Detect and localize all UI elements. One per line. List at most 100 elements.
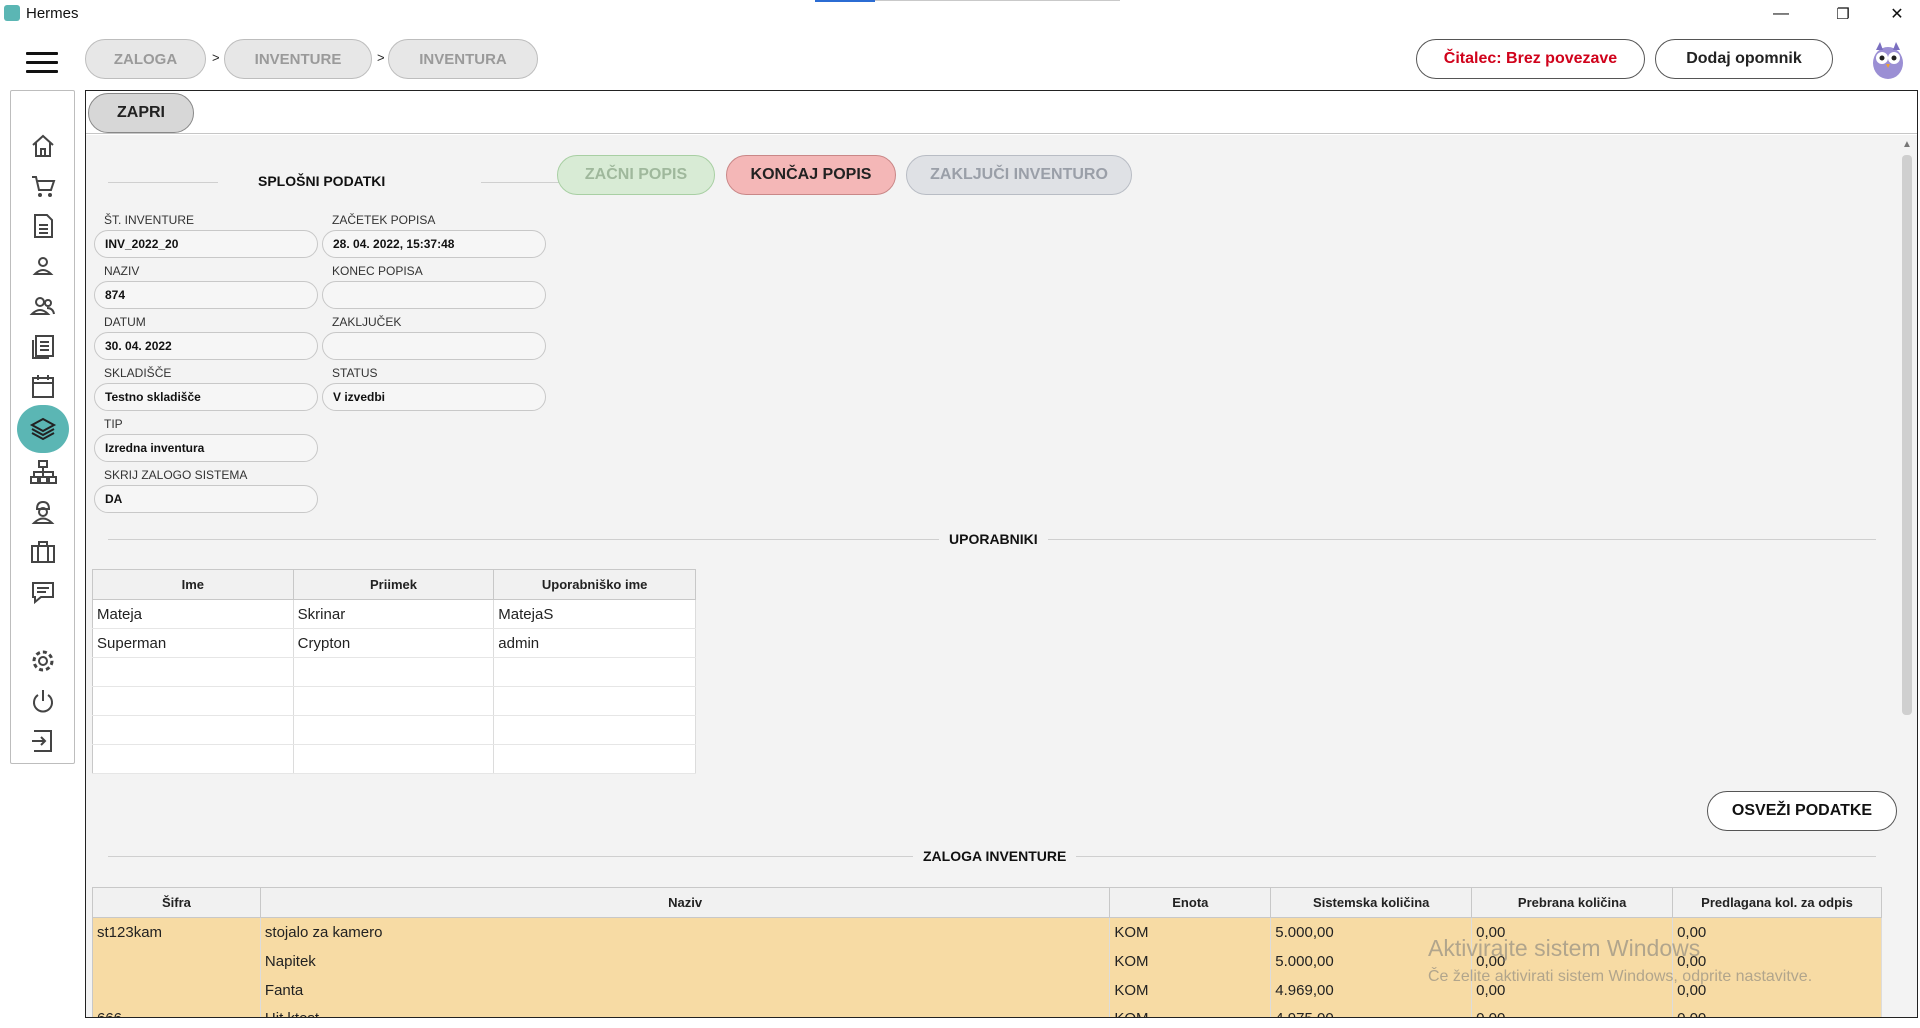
end-count-button[interactable]: KONČAJ POPIS (726, 155, 896, 195)
breadcrumb-inventure[interactable]: INVENTURE (224, 39, 372, 79)
writeoff-qty-cell: 0,00 (1672, 917, 1882, 947)
power-icon[interactable] (28, 686, 58, 716)
document-icon[interactable] (28, 211, 58, 241)
start-count-button[interactable]: ZAČNI POPIS (557, 155, 715, 195)
exit-icon[interactable] (28, 726, 58, 756)
name-label: NAZIV (104, 264, 140, 278)
first-name-cell: Mateja (92, 599, 294, 629)
start-time-field[interactable]: 28. 04. 2022, 15:37:48 (322, 230, 546, 258)
item-name-cell: stojalo za kamero (260, 917, 1111, 947)
title-bar: Hermes — ❐ ✕ (0, 0, 1920, 28)
finalize-inventory-button[interactable]: ZAKLJUČI INVENTURO (906, 155, 1132, 195)
users-table: Ime Priimek Uporabniško ime Mateja Skrina… (92, 569, 696, 774)
column-header[interactable]: Sistemska količina (1270, 887, 1473, 918)
table-row[interactable]: Mateja Skrinar MatejaS (92, 599, 696, 629)
column-header[interactable]: Uporabniško ime (493, 569, 696, 600)
last-name-cell (293, 657, 495, 687)
type-field[interactable]: Izredna inventura (94, 434, 318, 462)
gear-icon[interactable] (28, 646, 58, 676)
chat-icon[interactable] (28, 577, 58, 607)
username-cell: admin (493, 628, 696, 658)
close-tab-button[interactable]: ZAPRI (88, 93, 194, 133)
username-cell (493, 657, 696, 687)
last-name-cell (293, 686, 495, 716)
main-panel: ZAPRI SPLOŠNI PODATKI ZAČNI POPIS KONČAJ… (85, 90, 1918, 1018)
table-row[interactable] (92, 657, 696, 687)
calendar-icon[interactable] (28, 371, 58, 401)
users-icon[interactable] (28, 291, 58, 321)
inventory-no-label: ŠT. INVENTURE (104, 213, 195, 227)
table-row[interactable]: Superman Crypton admin (92, 628, 696, 658)
code-cell (92, 975, 261, 1005)
last-name-cell (293, 744, 495, 774)
date-label: DATUM (104, 315, 146, 329)
name-field[interactable]: 874 (94, 281, 318, 309)
status-field[interactable]: V izvedbi (322, 383, 546, 411)
breadcrumb-inventura[interactable]: INVENTURA (388, 39, 538, 79)
layers-icon[interactable] (28, 414, 58, 444)
type-label: TIP (104, 417, 123, 431)
item-name-cell: Napitek (260, 946, 1111, 976)
warehouse-field[interactable]: Testno skladišče (94, 383, 318, 411)
worker-icon[interactable] (28, 497, 58, 527)
cart-icon[interactable] (28, 171, 58, 201)
first-name-cell (92, 715, 294, 745)
hide-stock-field[interactable]: DA (94, 485, 318, 513)
refresh-data-button[interactable]: OSVEŽI PODATKE (1707, 791, 1897, 831)
counted-qty-cell: 0,00 (1471, 1004, 1674, 1017)
owl-avatar-icon[interactable] (1870, 38, 1906, 80)
titlebar-divider (875, 0, 1120, 1)
table-row[interactable]: 666Hit ktestKOM4.975,000,000,00 (92, 1004, 1882, 1017)
breadcrumb-separator: > (377, 50, 385, 65)
column-header[interactable]: Naziv (259, 887, 1111, 918)
column-header[interactable]: Predlagana kol. za odpis (1672, 887, 1882, 918)
start-time-label: ZAČETEK POPISA (332, 213, 436, 227)
app-logo-icon (4, 5, 20, 21)
end-time-field[interactable] (322, 281, 546, 309)
table-row[interactable] (92, 744, 696, 774)
conclusion-label: ZAKLJUČEK (332, 315, 402, 329)
user-icon[interactable] (28, 251, 58, 281)
column-header[interactable]: Enota (1109, 887, 1272, 918)
first-name-cell (92, 744, 294, 774)
username-cell (493, 715, 696, 745)
minimize-button[interactable]: — (1758, 2, 1804, 26)
vertical-scrollbar[interactable]: ▲ (1897, 135, 1917, 1017)
warehouse-label: SKLADIŠČE (104, 366, 172, 380)
home-icon[interactable] (28, 131, 58, 161)
code-cell: 666 (92, 1004, 261, 1017)
list-icon[interactable] (28, 331, 58, 361)
column-header[interactable]: Priimek (292, 569, 495, 600)
briefcase-icon[interactable] (28, 537, 58, 567)
hide-stock-label: SKRIJ ZALOGO SISTEMA (104, 468, 248, 482)
last-name-cell: Skrinar (293, 599, 495, 629)
item-name-cell: Fanta (260, 975, 1111, 1005)
close-window-button[interactable]: ✕ (1874, 2, 1920, 26)
column-header[interactable]: Prebrana količina (1471, 887, 1674, 918)
column-header[interactable]: Šifra (92, 887, 261, 918)
unit-cell: KOM (1109, 1004, 1272, 1017)
add-reminder-button[interactable]: Dodaj opomnik (1655, 39, 1833, 79)
date-field[interactable]: 30. 04. 2022 (94, 332, 318, 360)
unit-cell: KOM (1109, 975, 1272, 1005)
restore-button[interactable]: ❐ (1820, 2, 1866, 26)
table-row[interactable] (92, 715, 696, 745)
breadcrumb-separator: > (212, 50, 220, 65)
breadcrumb-zaloga[interactable]: ZALOGA (85, 39, 206, 79)
conclusion-field[interactable] (322, 332, 546, 360)
table-row[interactable] (92, 686, 696, 716)
hamburger-menu-icon[interactable] (26, 52, 58, 76)
system-qty-cell: 4.975,00 (1270, 1004, 1473, 1017)
last-name-cell (293, 715, 495, 745)
scrollbar-thumb[interactable] (1902, 155, 1912, 715)
column-header[interactable]: Ime (92, 569, 294, 600)
writeoff-qty-cell: 0,00 (1672, 1004, 1882, 1017)
reader-status-button[interactable]: Čitalec: Brez povezave (1416, 39, 1645, 79)
window-title: Hermes (26, 5, 79, 22)
status-label: STATUS (332, 366, 378, 380)
scroll-up-arrow-icon[interactable]: ▲ (1902, 139, 1912, 150)
sitemap-icon[interactable] (28, 457, 58, 487)
first-name-cell: Superman (92, 628, 294, 658)
titlebar-accent (815, 0, 875, 2)
inventory-no-field[interactable]: INV_2022_20 (94, 230, 318, 258)
